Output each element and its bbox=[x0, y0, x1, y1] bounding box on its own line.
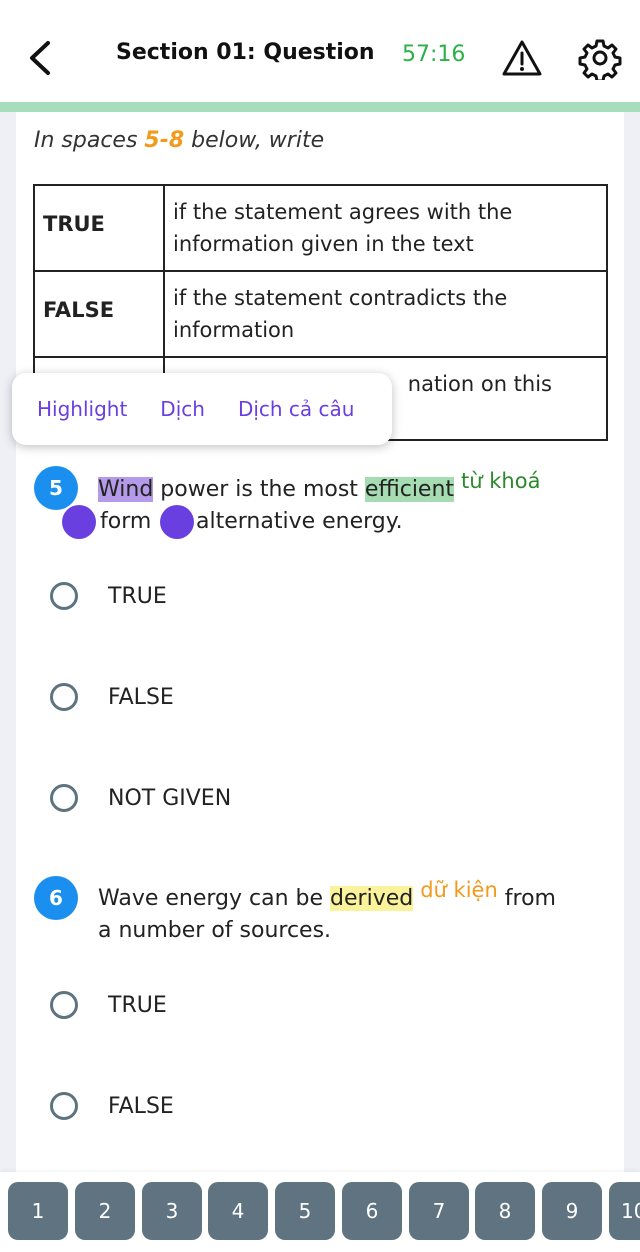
question-5-line2b: alternative energy. bbox=[196, 505, 403, 539]
settings-button[interactable] bbox=[578, 36, 622, 83]
chevron-left-icon bbox=[30, 41, 50, 75]
report-button[interactable] bbox=[500, 36, 544, 80]
key-definition: if the statement contradicts the informa… bbox=[163, 270, 608, 358]
keyword-highlight[interactable]: efficient bbox=[364, 477, 455, 502]
option-label: NOT GIVEN bbox=[108, 785, 232, 811]
option-label: TRUE bbox=[108, 992, 167, 1018]
nav-question-10[interactable]: 10 bbox=[609, 1182, 640, 1240]
progress-fill bbox=[0, 102, 640, 112]
nav-question-8[interactable]: 8 bbox=[475, 1182, 535, 1240]
option-label: TRUE bbox=[108, 583, 167, 609]
key-definition: if the statement agrees with the informa… bbox=[163, 184, 608, 272]
selection-end-handle[interactable] bbox=[160, 505, 194, 539]
selection-popup: Highlight Dịch Dịch cả câu bbox=[12, 373, 392, 445]
warning-icon bbox=[502, 40, 542, 76]
instructions-prefix: In spaces bbox=[34, 128, 145, 153]
instructions-suffix: below, write bbox=[184, 128, 325, 153]
q6-option-true[interactable]: TRUE bbox=[50, 991, 167, 1019]
option-label: FALSE bbox=[108, 684, 174, 710]
instructions: In spaces 5-8 below, write bbox=[34, 128, 324, 153]
nav-question-7[interactable]: 7 bbox=[409, 1182, 469, 1240]
nav-question-6[interactable]: 6 bbox=[342, 1182, 402, 1240]
question-text-segment: from bbox=[497, 886, 556, 911]
evidence-note: dữ kiện bbox=[420, 878, 498, 902]
question-text-segment: Wave energy can be bbox=[98, 886, 331, 911]
question-text-segment: alternative energy. bbox=[196, 509, 403, 534]
key-term: TRUE bbox=[33, 184, 165, 272]
key-row: FALSE if the statement contradicts the i… bbox=[33, 270, 608, 358]
translate-action[interactable]: Dịch bbox=[160, 397, 205, 421]
nav-question-2[interactable]: 2 bbox=[75, 1182, 135, 1240]
right-gutter bbox=[624, 112, 640, 1172]
evidence-highlight[interactable]: derived bbox=[330, 886, 414, 911]
keyword-note: từ khoá bbox=[461, 469, 541, 493]
progress-bar bbox=[0, 102, 640, 112]
nav-question-3[interactable]: 3 bbox=[142, 1182, 202, 1240]
left-gutter bbox=[0, 112, 16, 1172]
radio-button[interactable] bbox=[50, 582, 78, 610]
gear-icon bbox=[578, 39, 622, 83]
selected-word[interactable]: Wind bbox=[98, 477, 154, 502]
countdown-timer: 57:16 bbox=[402, 42, 466, 67]
question-number-badge: 5 bbox=[34, 466, 78, 510]
key-row: TRUE if the statement agrees with the in… bbox=[33, 184, 608, 272]
radio-button[interactable] bbox=[50, 1092, 78, 1120]
page-title: Section 01: Question... bbox=[116, 40, 376, 65]
question-range: 5-8 bbox=[144, 128, 185, 153]
question-5-line2: form bbox=[100, 505, 151, 539]
nav-question-4[interactable]: 4 bbox=[208, 1182, 268, 1240]
question-number-badge: 6 bbox=[34, 876, 78, 920]
nav-question-5[interactable]: 5 bbox=[275, 1182, 335, 1240]
highlight-action[interactable]: Highlight bbox=[37, 397, 127, 421]
radio-button[interactable] bbox=[50, 991, 78, 1019]
q6-option-false[interactable]: FALSE bbox=[50, 1092, 174, 1120]
q5-option-not-given[interactable]: NOT GIVEN bbox=[50, 784, 231, 812]
question-text-segment: power is the most bbox=[153, 477, 365, 502]
app-header: Section 01: Question... 57:16 bbox=[0, 0, 640, 102]
question-5-text: Wind power is the most efficient từ khoá bbox=[98, 469, 541, 507]
question-6-line2: a number of sources. bbox=[98, 918, 332, 943]
question-6-text: Wave energy can be derived dữ kiện from bbox=[98, 878, 556, 916]
q5-option-false[interactable]: FALSE bbox=[50, 683, 174, 711]
q5-option-true[interactable]: TRUE bbox=[50, 582, 167, 610]
key-term: FALSE bbox=[33, 270, 165, 358]
question-text-segment: form bbox=[100, 509, 152, 534]
radio-button[interactable] bbox=[50, 683, 78, 711]
back-button[interactable] bbox=[20, 36, 60, 80]
radio-button[interactable] bbox=[50, 784, 78, 812]
option-label: FALSE bbox=[108, 1093, 174, 1119]
translate-sentence-action[interactable]: Dịch cả câu bbox=[238, 397, 355, 421]
nav-question-1[interactable]: 1 bbox=[8, 1182, 68, 1240]
selection-start-handle[interactable] bbox=[62, 505, 96, 539]
nav-question-9[interactable]: 9 bbox=[542, 1182, 602, 1240]
